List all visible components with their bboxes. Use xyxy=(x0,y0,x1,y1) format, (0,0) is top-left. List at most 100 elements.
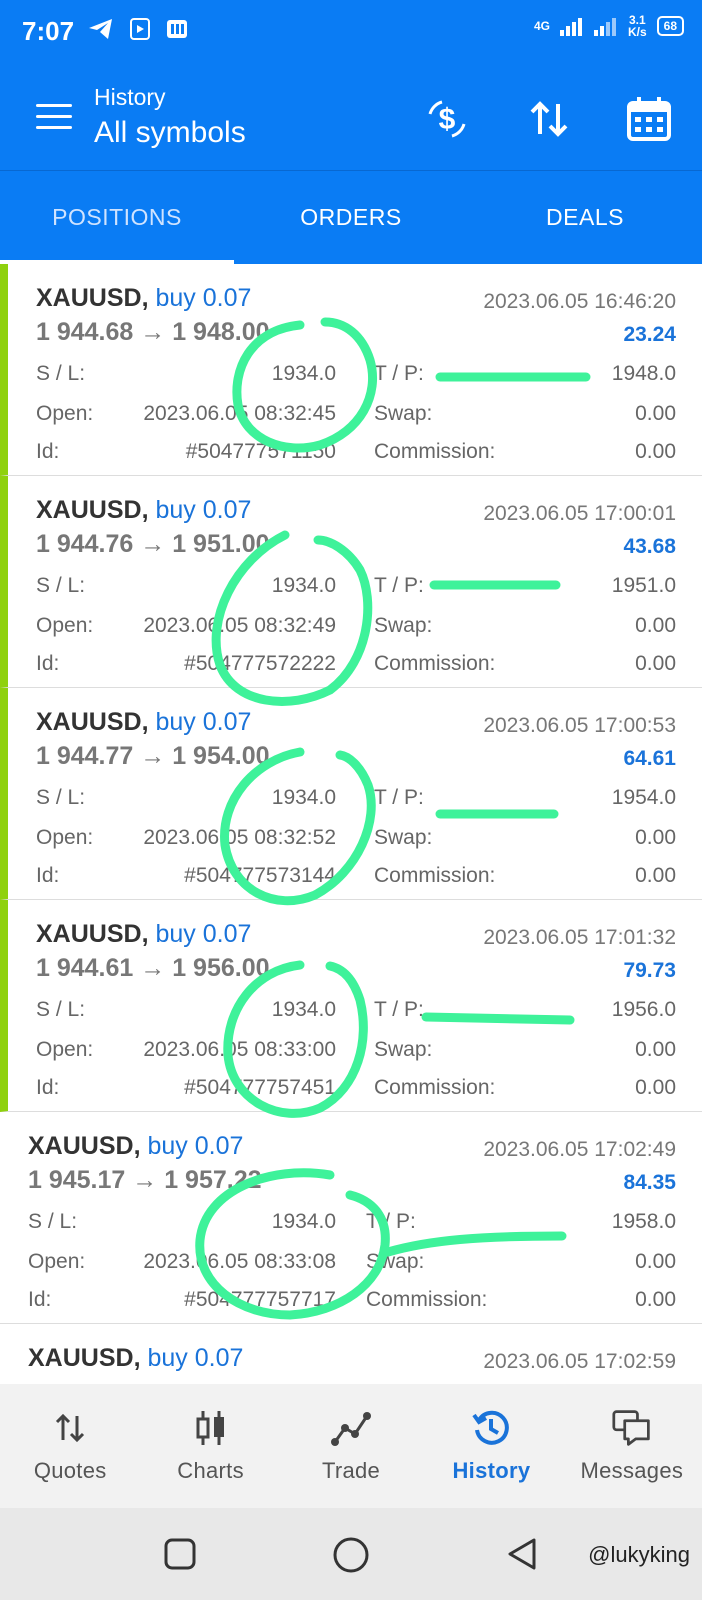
tab-deals[interactable]: DEALS xyxy=(468,171,702,264)
nav-history[interactable]: History xyxy=(421,1384,561,1508)
nav-messages[interactable]: Messages xyxy=(562,1384,702,1508)
open-close-prices: 1 945.17 → 1 957.22 xyxy=(28,1166,262,1194)
position-row[interactable]: XAUUSD, buy 0.07 2023.06.05 17:00:53 1 9… xyxy=(0,688,702,900)
nav-charts[interactable]: Charts xyxy=(140,1384,280,1508)
app-notification-icon xyxy=(167,20,187,38)
signal-icon-2 xyxy=(593,18,616,36)
symbol: XAUUSD, xyxy=(36,496,149,524)
svg-text:$: $ xyxy=(439,103,456,136)
home-icon[interactable] xyxy=(332,1536,370,1574)
open-label: Open: xyxy=(36,1038,94,1061)
swap-value: 0.00 xyxy=(635,402,676,425)
swap-value: 0.00 xyxy=(635,614,676,637)
sl-value: 1934.0 xyxy=(271,998,336,1021)
close-date: 2023.06.05 17:02:59 xyxy=(483,1350,676,1373)
commission-label: Commission: xyxy=(366,1288,488,1311)
messages-icon xyxy=(612,1408,652,1448)
currency-exchange-icon[interactable]: $ xyxy=(422,94,472,144)
menu-icon[interactable] xyxy=(36,104,72,130)
open-time: 2023.06.05 08:33:00 xyxy=(143,1038,336,1061)
bottom-navigation: Quotes Charts Trade History Messages xyxy=(0,1384,702,1508)
sl-label: S / L: xyxy=(36,362,86,385)
calendar-icon[interactable] xyxy=(624,94,674,144)
tp-label: T / P: xyxy=(366,1210,416,1233)
close-date: 2023.06.05 17:00:01 xyxy=(483,502,676,525)
symbol: XAUUSD, xyxy=(28,1132,141,1160)
swap-value: 0.00 xyxy=(635,1038,676,1061)
position-id: #504777571150 xyxy=(185,440,336,463)
open-time: 2023.06.05 08:32:52 xyxy=(143,826,336,849)
recents-icon[interactable] xyxy=(162,1536,198,1572)
open-close-prices: 1 944.61 → 1 956.00 xyxy=(36,954,270,982)
sort-icon[interactable] xyxy=(524,94,574,144)
open-close-prices: 1 944.68 → 1 948.00 xyxy=(36,318,270,346)
direction-volume: buy 0.07 xyxy=(155,920,252,948)
app-bar-subtitle: History xyxy=(94,84,166,110)
symbol: XAUUSD, xyxy=(36,920,149,948)
nav-messages-label: Messages xyxy=(580,1458,684,1483)
direction-volume: buy 0.07 xyxy=(147,1132,244,1160)
symbol-filter-title[interactable]: All symbols xyxy=(94,116,246,150)
commission-value: 0.00 xyxy=(635,1076,676,1099)
open-label: Open: xyxy=(36,402,94,425)
position-row[interactable]: XAUUSD, buy 0.07 2023.06.05 17:01:32 1 9… xyxy=(0,900,702,1112)
id-label: Id: xyxy=(36,652,60,675)
open-time: 2023.06.05 08:32:49 xyxy=(143,614,336,637)
tp-label: T / P: xyxy=(374,998,424,1021)
tab-positions[interactable]: POSITIONS xyxy=(0,171,234,264)
swap-label: Swap: xyxy=(366,1250,425,1273)
swap-label: Swap: xyxy=(374,402,433,425)
position-row[interactable]: XAUUSD, buy 0.07 2023.06.05 17:00:01 1 9… xyxy=(0,476,702,688)
battery-icon: 68 xyxy=(656,16,684,36)
tp-value: 1948.0 xyxy=(611,362,676,385)
sl-value: 1934.0 xyxy=(271,1210,336,1233)
symbol: XAUUSD, xyxy=(28,1344,141,1372)
status-time: 7:07 xyxy=(22,16,75,46)
position-id: #504777572222 xyxy=(184,652,336,675)
tp-value: 1951.0 xyxy=(611,574,676,597)
tab-orders[interactable]: ORDERS xyxy=(234,171,468,264)
open-label: Open: xyxy=(28,1250,86,1273)
id-label: Id: xyxy=(36,440,60,463)
position-row[interactable]: XAUUSD, buy 0.07 2023.06.05 17:02:59 xyxy=(0,1324,702,1384)
sl-label: S / L: xyxy=(36,786,86,809)
status-bar: 7:07 4G 3.1 K/s 68 xyxy=(0,0,702,64)
close-date: 2023.06.05 17:00:53 xyxy=(483,714,676,737)
id-label: Id: xyxy=(36,864,60,887)
swap-value: 0.00 xyxy=(635,826,676,849)
position-row[interactable]: XAUUSD, buy 0.07 2023.06.05 17:02:49 1 9… xyxy=(0,1112,702,1324)
symbol: XAUUSD, xyxy=(36,708,149,736)
position-row[interactable]: XAUUSD, buy 0.07 2023.06.05 16:46:20 1 9… xyxy=(0,264,702,476)
sl-value: 1934.0 xyxy=(271,574,336,597)
nav-quotes[interactable]: Quotes xyxy=(0,1384,140,1508)
trade-line-icon xyxy=(331,1408,372,1448)
id-label: Id: xyxy=(28,1288,52,1311)
swap-label: Swap: xyxy=(374,614,433,637)
swap-value: 0.00 xyxy=(635,1250,676,1273)
direction-volume: buy 0.07 xyxy=(147,1344,244,1372)
close-date: 2023.06.05 17:02:49 xyxy=(483,1138,676,1161)
history-tabs: POSITIONS ORDERS DEALS xyxy=(0,170,702,264)
swap-label: Swap: xyxy=(374,826,433,849)
signal-icon xyxy=(559,18,582,36)
direction-volume: buy 0.07 xyxy=(155,284,252,312)
commission-value: 0.00 xyxy=(635,652,676,675)
app-bar: History All symbols $ xyxy=(0,64,702,170)
play-box-icon xyxy=(130,18,150,40)
sl-label: S / L: xyxy=(36,998,86,1021)
open-label: Open: xyxy=(36,826,94,849)
open-close-prices: 1 944.76 → 1 951.00 xyxy=(36,530,270,558)
profit: 84.35 xyxy=(623,1171,676,1194)
sl-label: S / L: xyxy=(36,574,86,597)
tp-label: T / P: xyxy=(374,362,424,385)
position-id: #504777757451 xyxy=(184,1076,336,1099)
sl-label: S / L: xyxy=(28,1210,78,1233)
commission-value: 0.00 xyxy=(635,440,676,463)
back-icon[interactable] xyxy=(504,1536,538,1572)
tp-label: T / P: xyxy=(374,786,424,809)
net-speed: 3.1 K/s xyxy=(627,13,647,39)
profit: 43.68 xyxy=(623,535,676,558)
open-label: Open: xyxy=(36,614,94,637)
close-date: 2023.06.05 16:46:20 xyxy=(483,290,676,313)
nav-trade[interactable]: Trade xyxy=(281,1384,421,1508)
